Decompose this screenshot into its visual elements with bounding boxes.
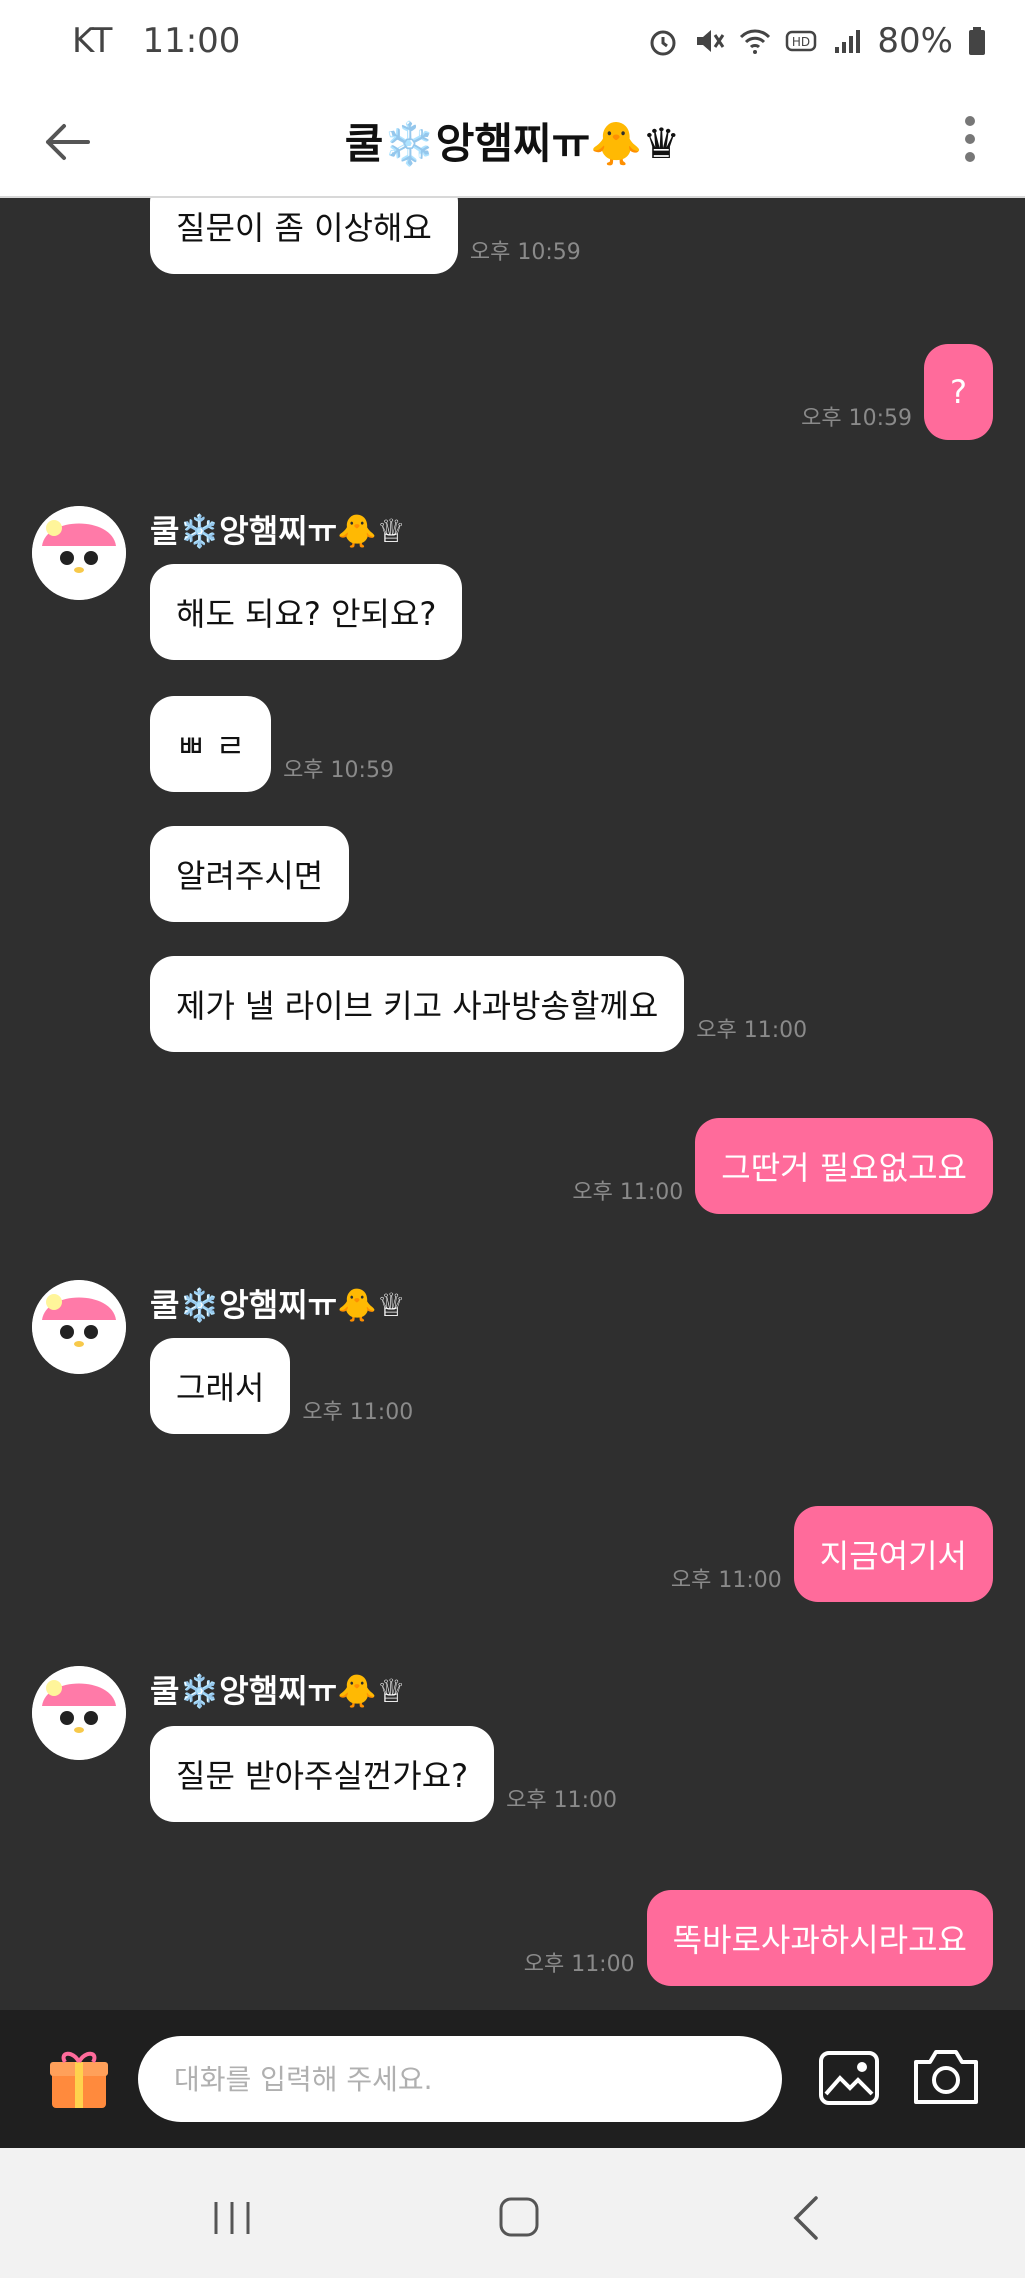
message-row: 질문 받아주실껀가요? 오후 11:00 (150, 1726, 629, 1822)
system-nav-bar (0, 2148, 1025, 2278)
message-composer (0, 2010, 1025, 2148)
message-bubble[interactable]: 알려주시면 (150, 826, 350, 922)
chat-title: 쿨❄️앙햄찌ㅠ🐥♛ (344, 119, 681, 168)
image-icon[interactable] (818, 2050, 880, 2106)
message-row: 그래서 오후 11:00 (150, 1338, 425, 1434)
message-time: 오후 11:00 (506, 1788, 617, 1813)
my-message-bubble[interactable]: 그딴거 필요없고요 (695, 1118, 993, 1214)
message-time: 오후 11:00 (572, 1180, 684, 1205)
chat-header: 쿨❄️앙햄찌ㅠ🐥♛ (0, 82, 1025, 198)
sender-name: 쿨❄️앙햄찌ㅠ🐥♕ (150, 1672, 406, 1710)
mute-icon (697, 30, 725, 52)
message-input[interactable] (138, 2036, 782, 2122)
home-icon[interactable] (498, 2196, 540, 2238)
my-message-bubble[interactable]: 똑바로사과하시라고요 (646, 1890, 993, 1986)
alarm-icon (650, 30, 676, 56)
message-row: 똑바로사과하시라고요 오후 11:00 (512, 1890, 993, 1986)
back-icon[interactable] (790, 2194, 822, 2242)
message-row: 해도 되요? 안되요? (150, 564, 463, 660)
my-message-bubble[interactable]: ? (924, 344, 993, 440)
message-time: 오후 10:59 (469, 240, 581, 265)
message-row: 제가 낼 라이브 키고 사과방송할께요 오후 11:00 (150, 956, 819, 1052)
kebab-menu-icon[interactable] (955, 108, 985, 170)
message-row: 지금여기서 오후 11:00 (659, 1506, 993, 1602)
svg-text:HD: HD (792, 35, 810, 49)
message-row: ㅃ ㄹ 오후 10:59 (150, 696, 406, 792)
message-time: 오후 11:00 (696, 1018, 808, 1043)
status-bar: KT 11:00 HD 80% (0, 0, 1025, 82)
clock: 11:00 (142, 21, 241, 61)
message-time: 오후 10:59 (283, 758, 394, 783)
camera-icon[interactable] (910, 2046, 982, 2108)
avatar[interactable] (32, 506, 126, 600)
signal-icon (835, 30, 861, 53)
message-list: 질문이 좀 이상해요 오후 10:59 ? 오후 10:59 쿨❄️앙햄찌ㅠ🐥♕… (0, 198, 1025, 2010)
recent-apps-icon[interactable] (210, 2198, 254, 2238)
wifi-icon (740, 29, 771, 54)
sender-name: 쿨❄️앙햄찌ㅠ🐥♕ (150, 512, 406, 550)
carrier-label: KT (72, 21, 113, 61)
sender-name: 쿨❄️앙햄찌ㅠ🐥♕ (150, 1286, 406, 1324)
message-row: ? 오후 10:59 (789, 344, 993, 440)
message-row: 알려주시면 (150, 826, 350, 922)
message-bubble[interactable]: 제가 낼 라이브 키고 사과방송할께요 (150, 956, 685, 1052)
message-time: 오후 11:00 (523, 1952, 635, 1977)
my-message-bubble[interactable]: 지금여기서 (793, 1506, 993, 1602)
message-bubble[interactable]: 질문이 좀 이상해요 (150, 198, 458, 274)
message-bubble[interactable]: 해도 되요? 안되요? (150, 564, 463, 660)
message-time: 오후 11:00 (670, 1568, 782, 1593)
message-bubble[interactable]: 그래서 (150, 1338, 291, 1434)
avatar[interactable] (32, 1280, 126, 1374)
battery-icon (969, 27, 985, 55)
message-bubble[interactable]: 질문 받아주실껀가요? (150, 1726, 495, 1822)
avatar[interactable] (32, 1666, 126, 1760)
battery-percent: 80% (877, 21, 953, 61)
message-time: 오후 10:59 (801, 406, 913, 431)
gift-icon[interactable] (46, 2046, 112, 2112)
message-time: 오후 11:00 (302, 1400, 414, 1425)
message-row: 그딴거 필요없고요 오후 11:00 (560, 1118, 993, 1214)
message-row: 질문이 좀 이상해요 오후 10:59 (150, 198, 593, 274)
hd-icon: HD (786, 30, 817, 52)
message-bubble[interactable]: ㅃ ㄹ (150, 696, 272, 792)
